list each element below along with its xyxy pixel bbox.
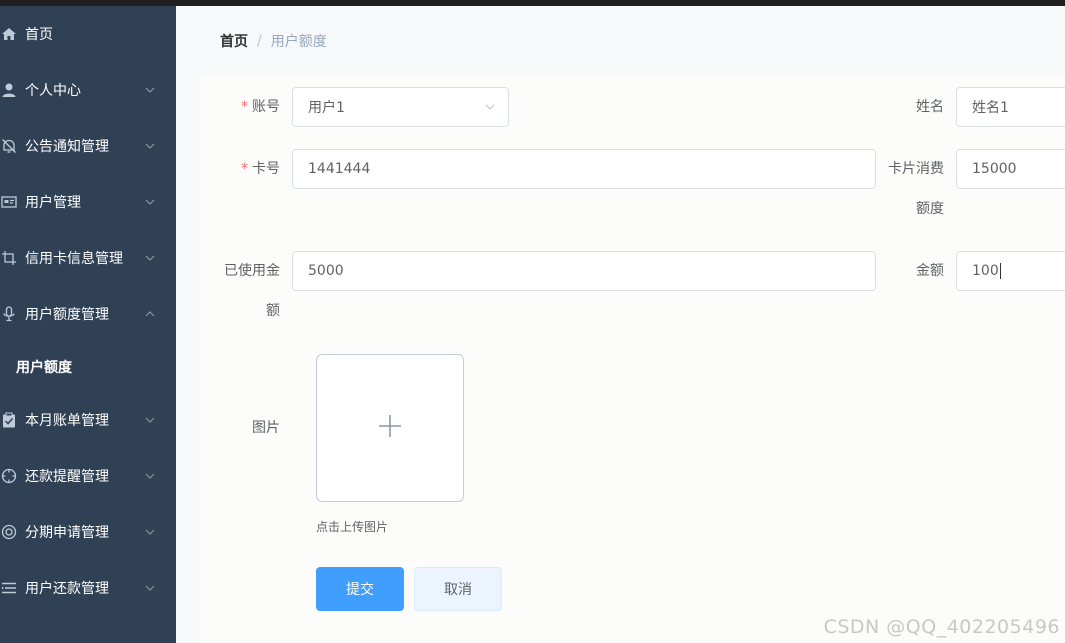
sidebar-item-credit-card-info[interactable]: 信用卡信息管理 [0,230,176,286]
sidebar-item-personal-center[interactable]: 个人中心 [0,62,176,118]
sidebar-item-label: 公告通知管理 [25,139,109,155]
image-label: 图片 [252,420,280,436]
sidebar-item-label: 用户额度管理 [25,307,109,323]
chevron-down-icon [144,84,156,96]
name-label: 姓名 [916,99,944,115]
used-amount-input[interactable]: 5000 [292,251,876,291]
sidebar-item-user-limit[interactable]: 用户额度管理 [0,286,176,342]
plus-icon [377,413,403,443]
card-limit-label-line1: 卡片消费 [888,161,944,177]
sidebar-item-user-management[interactable]: 用户管理 [0,174,176,230]
clipboard-check-icon [0,411,18,429]
list-icon [0,579,18,597]
sidebar-item-repayment-reminder[interactable]: 还款提醒管理 [0,448,176,504]
watermark: CSDN @QQ_402205496 [823,616,1060,638]
text-cursor [999,263,1001,279]
upload-tip: 点击上传图片 [316,520,389,534]
sidebar-subitem-user-limit[interactable]: 用户额度 [0,342,176,392]
chevron-down-icon [144,140,156,152]
user-icon [0,81,18,99]
id-card-icon [0,193,18,211]
breadcrumb: 首页 / 用户额度 [220,31,327,51]
home-icon [0,25,18,43]
main-content: 首页 / 用户额度 * 账号 用户1 姓名 姓名1 * 卡号 1441444 卡片消… [176,6,1065,643]
crop-icon [0,249,18,267]
sidebar-item-monthly-bill[interactable]: 本月账单管理 [0,392,176,448]
breadcrumb-separator: / [257,33,262,49]
sidebar-item-label: 信用卡信息管理 [25,251,123,267]
sidebar-item-label: 用户还款管理 [25,581,109,597]
amount-label: 金额 [916,263,944,279]
breadcrumb-current: 用户额度 [270,34,327,50]
chevron-up-icon [144,308,156,320]
name-input-value: 姓名1 [972,100,1009,116]
sidebar-item-announcement[interactable]: 公告通知管理 [0,118,176,174]
account-select-value: 用户1 [308,100,345,116]
sidebar-item-label: 首页 [25,27,53,43]
microphone-icon [0,305,18,323]
card-no-label: * 卡号 [241,161,280,177]
card-limit-input[interactable]: 15000 [956,149,1065,189]
breadcrumb-home[interactable]: 首页 [220,31,248,51]
card-no-input[interactable]: 1441444 [292,149,876,189]
chevron-down-icon [144,526,156,538]
sidebar-item-user-repayment[interactable]: 用户还款管理 [0,560,176,616]
amount-input-value: 100 [972,263,999,279]
card-no-input-value: 1441444 [308,161,371,177]
name-input[interactable]: 姓名1 [956,87,1065,127]
sidebar-subitem-label: 用户额度 [16,360,72,376]
used-amount-label: 已使用金 额 [200,251,280,331]
chevron-down-icon [484,101,496,113]
image-upload[interactable] [316,354,464,502]
chevron-down-icon [144,414,156,426]
required-mark: * [241,99,248,115]
sidebar-item-label: 个人中心 [25,83,81,99]
sidebar-item-label: 还款提醒管理 [25,469,109,485]
chevron-down-icon [144,252,156,264]
compass-icon [0,467,18,485]
account-select[interactable]: 用户1 [292,87,509,127]
used-amount-label-line2: 额 [266,303,280,319]
chevron-down-icon [144,196,156,208]
sidebar-item-label: 本月账单管理 [25,413,109,429]
used-amount-input-value: 5000 [308,263,344,279]
cancel-button[interactable]: 取消 [414,567,502,611]
card-limit-label-line2: 额度 [916,201,944,217]
required-mark: * [241,161,248,177]
chevron-down-icon [144,582,156,594]
chevron-down-icon [144,470,156,482]
sidebar-item-label: 分期申请管理 [25,525,109,541]
sidebar-item-installment[interactable]: 分期申请管理 [0,504,176,560]
card-limit-input-value: 15000 [972,161,1017,177]
form-card: * 账号 用户1 姓名 姓名1 * 卡号 1441444 卡片消费 额度 15000… [200,74,1065,643]
card-limit-label: 卡片消费 额度 [864,149,944,229]
sidebar-item-label: 用户管理 [25,195,81,211]
bell-off-icon [0,137,18,155]
submit-button[interactable]: 提交 [316,567,404,611]
used-amount-label-line1: 已使用金 [224,263,280,279]
lifebuoy-icon [0,523,18,541]
sidebar: 首页 个人中心 公告通知管理 用户管理 信用卡信息管理 用户额度管理 用户额度 … [0,6,176,643]
sidebar-item-home[interactable]: 首页 [0,6,176,62]
amount-input[interactable]: 100 [956,251,1065,291]
account-label: * 账号 [241,99,280,115]
